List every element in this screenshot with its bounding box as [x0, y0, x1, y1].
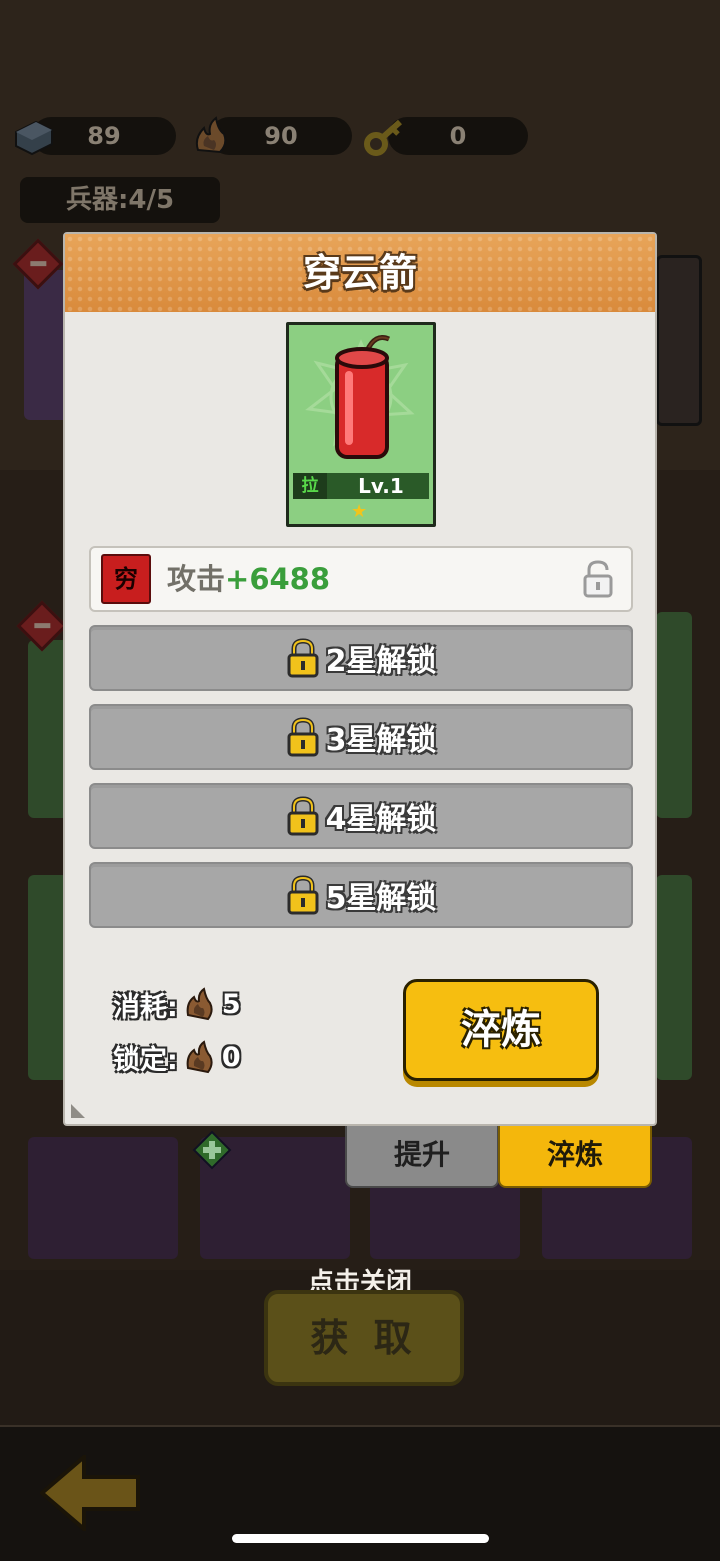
padlock-icon [287, 796, 319, 836]
attribute-label: 攻击 [167, 562, 226, 596]
tab-upgrade[interactable]: 提升 [345, 1124, 499, 1188]
resource-ore-value: 89 [87, 122, 121, 150]
inventory-card[interactable] [28, 875, 68, 1080]
attribute-badge: 穷 [101, 554, 151, 604]
attribute-value: +6488 [225, 562, 331, 596]
resource-key-value: 0 [449, 122, 467, 150]
weapon-type-tag: 拉 [293, 473, 327, 499]
resource-flame-value: 90 [264, 122, 298, 150]
unlocked-padlock-icon[interactable] [581, 560, 615, 598]
weapon-level: Lv.1 [358, 474, 404, 498]
locked-slot-label: 3星解锁 [325, 723, 437, 758]
refine-button[interactable]: 淬炼 [403, 979, 599, 1081]
consume-cost: 消耗: 5 [113, 984, 241, 1024]
attribute-slot-1[interactable]: 穷 攻击+6488 [89, 546, 633, 612]
consume-value: 5 [221, 988, 241, 1020]
padlock-icon [287, 638, 319, 678]
locked-slot-4: 4星解锁 [89, 783, 633, 849]
attribute-text: 攻击+6488 [167, 548, 330, 610]
locked-slot-label: 2星解锁 [325, 644, 437, 679]
resource-key-pill: 0 [388, 117, 528, 155]
home-indicator [232, 1534, 489, 1543]
corner-marker [71, 1104, 85, 1118]
refine-modal: 穿云箭 拉 Lv.1 ★ 穷 攻击+6488 2星解锁 3星解锁 4星解锁 5星… [63, 232, 657, 1126]
weapon-card: 拉 Lv.1 ★ [286, 322, 436, 527]
inventory-card[interactable] [656, 875, 692, 1080]
locked-slot-5: 5星解锁 [89, 862, 633, 928]
back-arrow-icon[interactable] [40, 1455, 140, 1531]
lock-label: 锁定: [113, 1044, 178, 1076]
modal-title: 穿云箭 [302, 251, 417, 295]
consume-label: 消耗: [113, 991, 178, 1023]
firecracker-icon [305, 335, 415, 459]
ore-stone-icon [186, 1040, 213, 1074]
add-badge-icon[interactable] [192, 1130, 232, 1170]
locked-slot-3: 3星解锁 [89, 704, 633, 770]
lock-cost: 锁定: 0 [113, 1037, 241, 1077]
inventory-card-firecracker[interactable] [28, 1137, 178, 1259]
star-rating: ★ [351, 501, 368, 522]
tab-refine[interactable]: 淬炼 [498, 1124, 652, 1188]
padlock-icon [287, 717, 319, 757]
weapons-count-label: 兵器:4/5 [20, 177, 220, 223]
inventory-card[interactable] [656, 255, 702, 426]
flame-stone-icon [195, 116, 227, 154]
ore-stone-icon [186, 987, 213, 1021]
locked-slot-label: 5星解锁 [325, 881, 437, 916]
lock-value: 0 [221, 1041, 241, 1073]
locked-slot-label: 4星解锁 [325, 802, 437, 837]
inventory-card[interactable] [656, 612, 692, 818]
locked-slot-2: 2星解锁 [89, 625, 633, 691]
padlock-icon [287, 875, 319, 915]
inventory-card[interactable] [28, 640, 68, 818]
ore-block-icon [15, 120, 53, 156]
level-strip: 拉 Lv.1 [293, 473, 429, 499]
get-button[interactable]: 获 取 [264, 1290, 464, 1386]
key-icon [364, 119, 402, 156]
